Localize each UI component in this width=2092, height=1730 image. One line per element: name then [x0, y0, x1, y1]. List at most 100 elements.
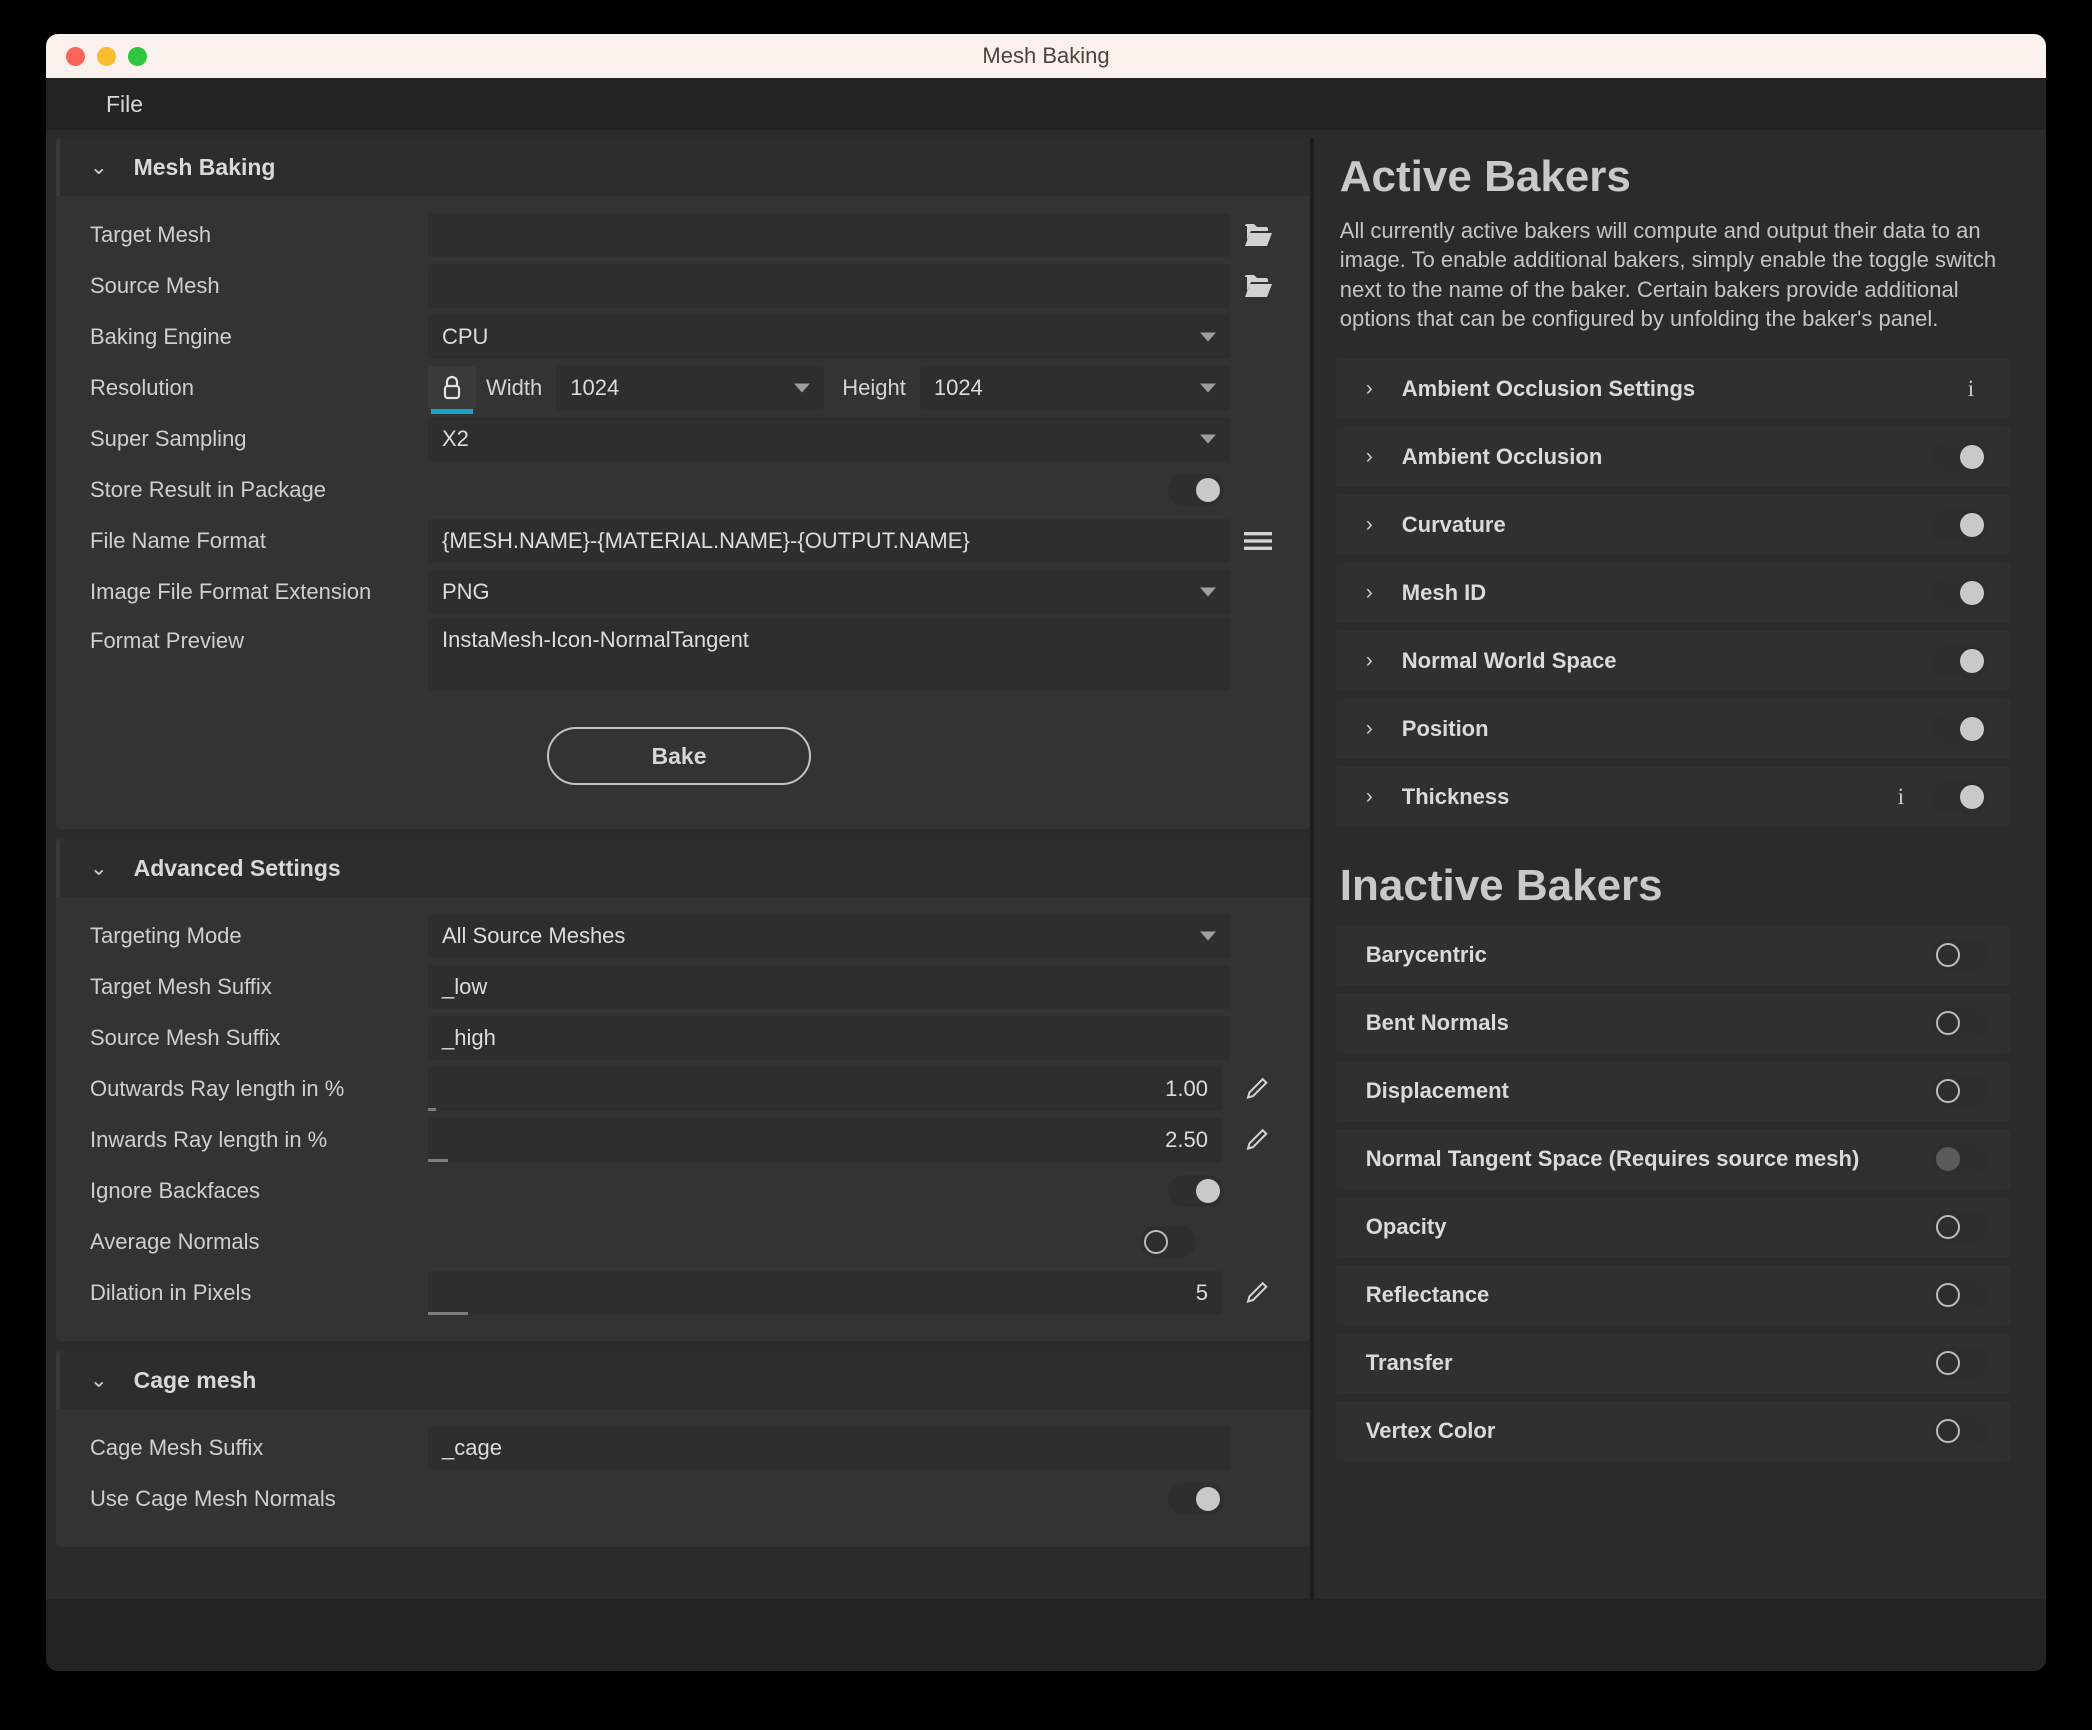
outwards-ray-label: Outwards Ray length in % — [90, 1076, 345, 1101]
baker-row-mesh-id[interactable]: › Mesh ID — [1335, 563, 2010, 623]
baker-toggle[interactable] — [1932, 1211, 1988, 1243]
folder-open-icon[interactable] — [1236, 213, 1280, 257]
target-mesh-suffix-input[interactable]: _low — [428, 965, 1230, 1009]
mesh-baking-header[interactable]: ⌄ Mesh Baking — [56, 138, 1310, 196]
row-resolution: Resolution Width 1024 Height 1024 — [78, 363, 1280, 414]
chevron-right-icon: › — [1365, 513, 1373, 536]
image-file-format-select[interactable]: PNG — [428, 570, 1230, 614]
baker-toggle[interactable] — [1932, 1279, 1988, 1311]
active-bakers-description: All currently active bakers will compute… — [1339, 218, 1997, 331]
store-result-toggle[interactable] — [1168, 474, 1224, 506]
info-icon[interactable]: i — [1884, 784, 1918, 810]
row-dilation-pixels: Dilation in Pixels 5 — [78, 1268, 1280, 1318]
chevron-right-icon: › — [1365, 445, 1373, 468]
hamburger-menu-icon[interactable] — [1236, 519, 1280, 563]
height-select[interactable]: 1024 — [919, 366, 1230, 410]
bake-button[interactable]: Bake — [547, 727, 811, 785]
baker-row-normal-tangent-space[interactable]: Normal Tangent Space (Requires source me… — [1335, 1129, 2010, 1189]
baker-toggle[interactable] — [1932, 1143, 1988, 1175]
image-file-format-label: Image File Format Extension — [90, 579, 372, 604]
file-name-format-input[interactable]: {MESH.NAME}-{MATERIAL.NAME}-{OUTPUT.NAME… — [428, 519, 1230, 563]
chevron-right-icon: › — [1365, 581, 1373, 604]
baker-toggle[interactable] — [1932, 1007, 1988, 1039]
baking-engine-label: Baking Engine — [90, 324, 232, 349]
chevron-down-icon: ⌄ — [90, 155, 108, 179]
baker-row-bent-normals[interactable]: Bent Normals — [1335, 993, 2010, 1053]
baker-toggle[interactable] — [1932, 577, 1988, 609]
format-preview-label: Format Preview — [90, 628, 245, 653]
advanced-settings-body: Targeting Mode All Source Meshes Target … — [56, 897, 1310, 1341]
source-mesh-suffix-input[interactable]: _high — [428, 1016, 1230, 1060]
chevron-down-icon — [1200, 931, 1216, 941]
chevron-down-icon — [1200, 587, 1216, 597]
row-source-mesh-suffix: Source Mesh Suffix _high — [78, 1013, 1280, 1063]
outwards-ray-slider[interactable]: 1.00 — [428, 1067, 1222, 1111]
info-icon[interactable]: i — [1954, 376, 1988, 402]
baker-row-ambient-occlusion[interactable]: › Ambient Occlusion — [1335, 427, 2010, 487]
inwards-ray-value: 2.50 — [1165, 1127, 1208, 1152]
baker-row-vertex-color[interactable]: Vertex Color — [1335, 1401, 2010, 1461]
store-result-label: Store Result in Package — [90, 477, 327, 502]
cage-mesh-header[interactable]: ⌄ Cage mesh — [56, 1351, 1310, 1409]
baker-row-reflectance[interactable]: Reflectance — [1335, 1265, 2010, 1325]
baker-row-normal-world-space[interactable]: › Normal World Space — [1335, 631, 2010, 691]
left-settings-column: ⌄ Mesh Baking Target Mesh Source Mesh Ba… — [46, 130, 1310, 1599]
baker-toggle[interactable] — [1932, 509, 1988, 541]
targeting-mode-select[interactable]: All Source Meshes — [428, 914, 1230, 958]
folder-open-icon[interactable] — [1236, 264, 1280, 308]
edit-pencil-icon[interactable] — [1236, 1067, 1280, 1111]
baker-toggle[interactable] — [1932, 1075, 1988, 1107]
baker-label: Position — [1401, 716, 1489, 741]
baker-toggle[interactable] — [1932, 939, 1988, 971]
advanced-settings-card: ⌄ Advanced Settings Targeting Mode All S… — [56, 839, 1310, 1341]
baker-row-opacity[interactable]: Opacity — [1335, 1197, 2010, 1257]
menu-item-file[interactable]: File — [98, 87, 151, 122]
baker-toggle[interactable] — [1932, 441, 1988, 473]
chevron-right-icon: › — [1365, 377, 1373, 400]
baker-row-thickness[interactable]: › Thickness i — [1335, 767, 2010, 827]
super-sampling-select[interactable]: X2 — [428, 417, 1230, 461]
chevron-down-icon — [1200, 332, 1216, 342]
width-select[interactable]: 1024 — [556, 366, 825, 410]
baker-row-displacement[interactable]: Displacement — [1335, 1061, 2010, 1121]
use-cage-mesh-normals-toggle[interactable] — [1168, 1483, 1224, 1515]
baker-label: Opacity — [1365, 1214, 1447, 1239]
target-mesh-input[interactable] — [428, 213, 1230, 257]
baker-row-curvature[interactable]: › Curvature — [1335, 495, 2010, 555]
chevron-down-icon: ⌄ — [90, 856, 108, 880]
mesh-baking-card: ⌄ Mesh Baking Target Mesh Source Mesh Ba… — [56, 138, 1310, 829]
baker-row-barycentric[interactable]: Barycentric — [1335, 925, 2010, 985]
baker-toggle[interactable] — [1932, 713, 1988, 745]
inwards-ray-slider[interactable]: 2.50 — [428, 1118, 1222, 1162]
average-normals-toggle[interactable] — [1140, 1226, 1196, 1258]
mesh-baking-title: Mesh Baking — [133, 153, 276, 180]
edit-pencil-icon[interactable] — [1236, 1118, 1280, 1162]
baker-toggle[interactable] — [1932, 1415, 1988, 1447]
bake-button-container: Bake — [78, 691, 1280, 807]
inactive-bakers-title: Inactive Bakers — [1339, 861, 1663, 910]
dilation-pixels-slider[interactable]: 5 — [428, 1271, 1222, 1315]
edit-pencil-icon[interactable] — [1236, 1271, 1280, 1315]
baker-row-position[interactable]: › Position — [1335, 699, 2010, 759]
baker-label: Displacement — [1365, 1078, 1509, 1103]
ignore-backfaces-toggle[interactable] — [1168, 1175, 1224, 1207]
baker-toggle[interactable] — [1932, 645, 1988, 677]
baker-toggle[interactable] — [1932, 781, 1988, 813]
super-sampling-value: X2 — [442, 426, 469, 451]
source-mesh-input[interactable] — [428, 264, 1230, 308]
cage-mesh-suffix-input[interactable]: _cage — [428, 1426, 1230, 1470]
baker-row-ambient-occlusion-settings[interactable]: › Ambient Occlusion Settings i — [1335, 359, 2010, 419]
row-store-result: Store Result in Package — [78, 465, 1280, 515]
window-body: ⌄ Mesh Baking Target Mesh Source Mesh Ba… — [46, 130, 2046, 1599]
advanced-settings-title: Advanced Settings — [133, 854, 341, 881]
advanced-settings-header[interactable]: ⌄ Advanced Settings — [56, 839, 1310, 897]
baking-engine-select[interactable]: CPU — [428, 315, 1230, 359]
baker-row-transfer[interactable]: Transfer — [1335, 1333, 2010, 1393]
width-label: Width — [486, 375, 543, 400]
dilation-pixels-label: Dilation in Pixels — [90, 1280, 252, 1305]
lock-icon[interactable] — [428, 366, 476, 414]
status-bar — [46, 1599, 2046, 1671]
baker-toggle[interactable] — [1932, 1347, 1988, 1379]
